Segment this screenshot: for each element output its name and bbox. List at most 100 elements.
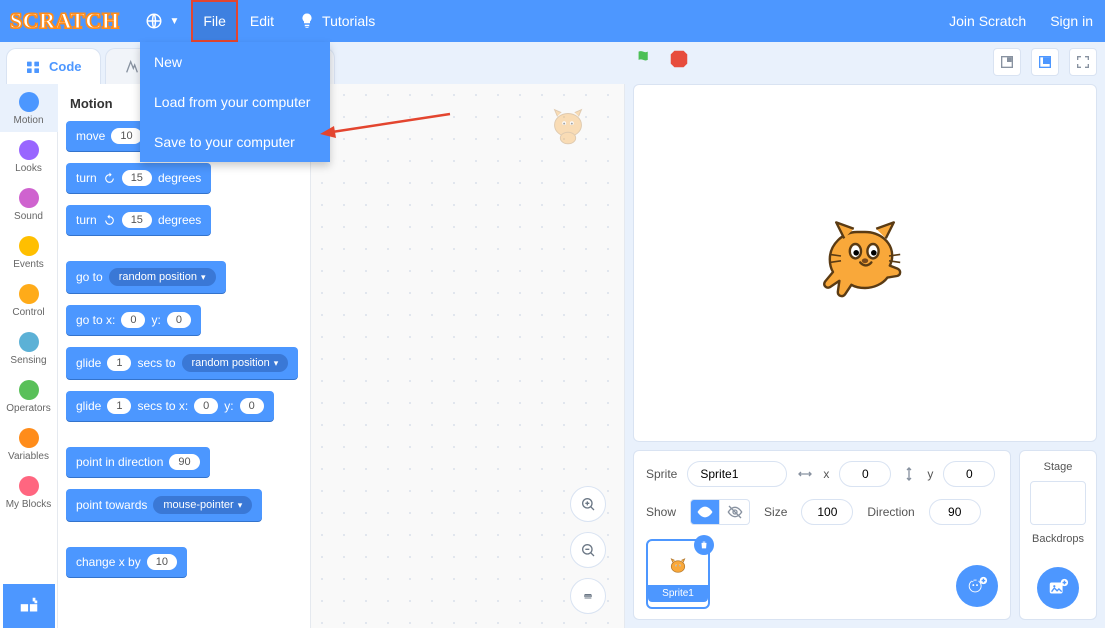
block-input[interactable]: 10 <box>147 554 177 570</box>
sprite-cat[interactable] <box>810 208 920 318</box>
block-text: glide <box>76 356 101 370</box>
file-load[interactable]: Load from your computer <box>140 82 330 122</box>
file-new[interactable]: New <box>140 42 330 82</box>
block-point-towards[interactable]: point towards mouse-pointer <box>66 489 262 521</box>
sign-in-button[interactable]: Sign in <box>1038 0 1105 42</box>
block-input[interactable]: 15 <box>122 170 152 186</box>
cat-myblocks-label: My Blocks <box>6 499 52 510</box>
extension-icon <box>18 595 40 617</box>
block-input[interactable]: 15 <box>122 212 152 228</box>
block-change-x[interactable]: change x by 10 <box>66 547 187 577</box>
language-menu[interactable]: ▼ <box>133 0 191 42</box>
join-scratch-button[interactable]: Join Scratch <box>937 0 1038 42</box>
tutorials-button[interactable]: Tutorials <box>286 0 387 42</box>
tab-code-label: Code <box>49 59 82 74</box>
block-glide-xy[interactable]: glide1secs to x:0y:0 <box>66 391 274 421</box>
block-text: move <box>76 129 105 143</box>
sprite-direction-input[interactable] <box>929 499 981 525</box>
add-sprite-button[interactable] <box>956 565 998 607</box>
block-input[interactable]: 1 <box>107 398 131 414</box>
globe-icon <box>145 12 163 30</box>
small-stage-icon <box>999 54 1015 70</box>
block-goto-xy[interactable]: go to x:0y:0 <box>66 305 201 335</box>
cat-myblocks[interactable]: My Blocks <box>0 468 58 516</box>
x-label: x <box>823 467 829 481</box>
sprite-size-input[interactable] <box>801 499 853 525</box>
zoom-in-icon <box>580 496 596 512</box>
block-text: turn <box>76 171 97 185</box>
block-input[interactable]: 1 <box>107 355 131 371</box>
zoom-out-button[interactable] <box>570 532 606 568</box>
y-label: y <box>927 467 933 481</box>
file-dropdown: New Load from your computer Save to your… <box>140 42 330 162</box>
block-input[interactable]: 0 <box>167 312 191 328</box>
block-point-direction[interactable]: point in direction90 <box>66 447 210 477</box>
block-turn-cw[interactable]: turn15degrees <box>66 163 211 193</box>
zoom-reset-button[interactable]: = <box>570 578 606 614</box>
cat-variables[interactable]: Variables <box>0 420 58 468</box>
cat-control-label: Control <box>12 307 44 318</box>
cat-sensing-label: Sensing <box>10 355 46 366</box>
block-text: change x by <box>76 555 141 569</box>
sprite-y-input[interactable] <box>943 461 995 487</box>
cat-control[interactable]: Control <box>0 276 58 324</box>
direction-label: Direction <box>867 505 914 519</box>
file-save[interactable]: Save to your computer <box>140 122 330 162</box>
block-input[interactable]: 0 <box>121 312 145 328</box>
category-strip: Motion Looks Sound Events Control Sensin… <box>0 84 58 628</box>
backdrops-label: Backdrops <box>1032 533 1084 545</box>
block-text: point towards <box>76 498 147 512</box>
stage-small-button[interactable] <box>993 48 1021 76</box>
block-turn-ccw[interactable]: turn15degrees <box>66 205 211 235</box>
stage[interactable] <box>633 84 1097 442</box>
cat-operators-label: Operators <box>6 403 50 414</box>
cat-operators[interactable]: Operators <box>0 372 58 420</box>
cat-sound[interactable]: Sound <box>0 180 58 228</box>
delete-sprite-button[interactable] <box>694 535 714 555</box>
cat-icon <box>659 547 697 585</box>
stop-icon[interactable] <box>668 48 690 70</box>
cat-events[interactable]: Events <box>0 228 58 276</box>
add-extension-button[interactable] <box>3 584 55 628</box>
block-input[interactable]: 0 <box>240 398 264 414</box>
fullscreen-button[interactable] <box>1069 48 1097 76</box>
add-backdrop-button[interactable] <box>1037 567 1079 609</box>
cat-motion[interactable]: Motion <box>0 84 58 132</box>
green-flag-icon[interactable] <box>634 48 656 70</box>
scratch-logo[interactable]: SCRATCH <box>0 8 133 34</box>
block-input[interactable]: 10 <box>111 128 141 144</box>
tab-code[interactable]: Code <box>6 48 101 84</box>
cat-looks-label: Looks <box>15 163 42 174</box>
sprite-x-input[interactable] <box>839 461 891 487</box>
block-dropdown[interactable]: random position <box>182 354 289 372</box>
cat-events-label: Events <box>13 259 44 270</box>
show-sprite-button[interactable] <box>690 499 720 525</box>
cat-looks[interactable]: Looks <box>0 132 58 180</box>
sprite-name-input[interactable] <box>687 461 787 487</box>
file-menu-button[interactable]: File <box>191 0 238 42</box>
block-goto-menu[interactable]: go to random position <box>66 261 226 293</box>
caret-down-icon: ▼ <box>169 16 179 27</box>
xy-arrows-icon <box>797 466 813 482</box>
block-text: secs to <box>137 356 175 370</box>
y-arrows-icon <box>901 466 917 482</box>
hide-sprite-button[interactable] <box>720 499 750 525</box>
edit-menu-button[interactable]: Edit <box>238 0 286 42</box>
stage-thumbnail[interactable] <box>1030 481 1086 525</box>
workspace-sprite-watermark <box>544 102 592 155</box>
zoom-in-button[interactable] <box>570 486 606 522</box>
block-text: go to <box>76 270 103 284</box>
sprite-thumbnail[interactable]: Sprite1 <box>646 539 710 609</box>
cat-sensing[interactable]: Sensing <box>0 324 58 372</box>
scripting-workspace[interactable]: = <box>311 84 625 628</box>
block-glide-menu[interactable]: glide 1 secs to random position <box>66 347 298 379</box>
block-input[interactable]: 90 <box>169 454 199 470</box>
large-stage-icon <box>1037 54 1053 70</box>
sprite-info-panel: Sprite x y Show Size <box>633 450 1011 620</box>
block-input[interactable]: 0 <box>194 398 218 414</box>
stage-large-button[interactable] <box>1031 48 1059 76</box>
stage-heading: Stage <box>1044 461 1073 473</box>
sprite-thumb-label: Sprite1 <box>648 585 708 602</box>
block-dropdown[interactable]: mouse-pointer <box>153 496 252 514</box>
block-dropdown[interactable]: random position <box>109 268 216 286</box>
